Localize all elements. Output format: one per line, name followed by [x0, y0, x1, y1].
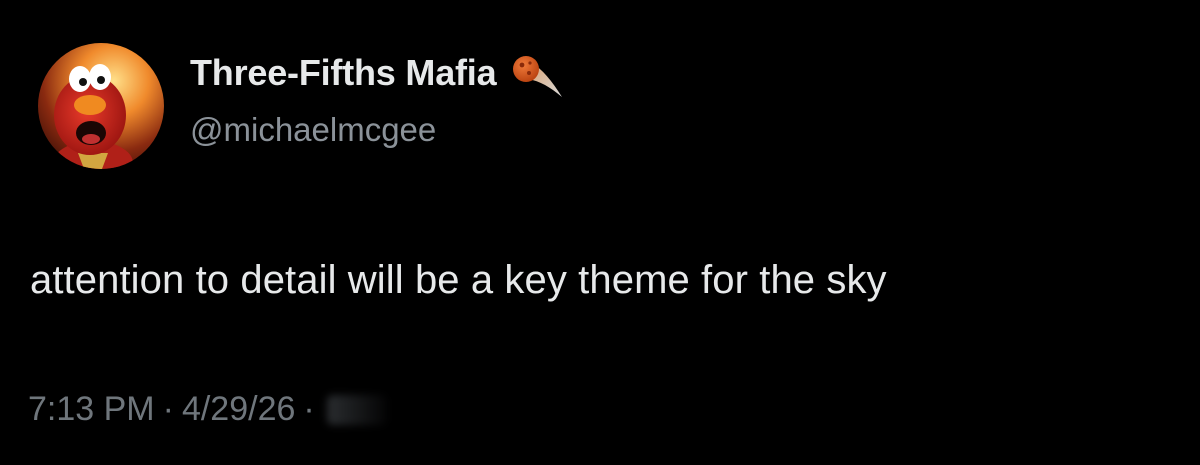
meteor-emoji-icon	[508, 51, 566, 101]
tweet-card: Three-Fifths Mafia @michaelmcgee attenti…	[0, 0, 1200, 465]
meta-separator: ·	[303, 390, 315, 428]
meta-separator: ·	[162, 390, 174, 428]
name-row: Three-Fifths Mafia	[190, 45, 566, 101]
display-name[interactable]: Three-Fifths Mafia	[190, 52, 497, 94]
tweet-text: attention to detail will be a key theme …	[30, 258, 887, 302]
author-identity: Three-Fifths Mafia @michaelmcgee	[190, 45, 566, 149]
tweet-meta: 7:13 PM · 4/29/26 ·	[28, 390, 387, 429]
elmo-avatar-icon	[38, 43, 164, 169]
blurred-view-count	[326, 394, 387, 425]
tweet-date[interactable]: 4/29/26	[182, 390, 295, 429]
tweet-header: Three-Fifths Mafia @michaelmcgee	[38, 40, 566, 172]
author-handle[interactable]: @michaelmcgee	[190, 111, 566, 149]
avatar[interactable]	[38, 43, 164, 169]
tweet-time[interactable]: 7:13 PM	[28, 390, 155, 429]
